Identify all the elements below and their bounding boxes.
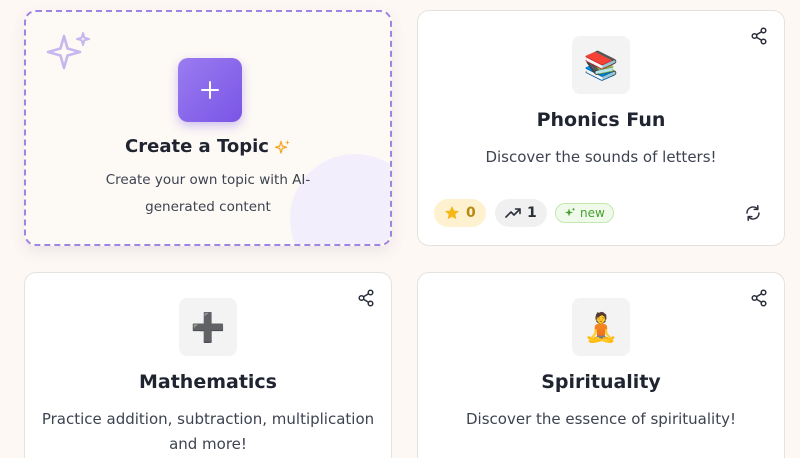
share-icon[interactable] bbox=[750, 289, 768, 307]
topic-card-footer: 0 1 new bbox=[434, 199, 768, 227]
topic-description: Discover the sounds of letters! bbox=[485, 148, 717, 166]
star-count: 0 bbox=[466, 205, 476, 221]
create-topic-title: Create a Topic bbox=[125, 136, 269, 157]
create-topic-heading: Create a Topic bbox=[26, 136, 390, 157]
topic-card-phonics-fun[interactable]: 📚 Phonics Fun Discover the sounds of let… bbox=[417, 10, 785, 246]
create-topic-button[interactable] bbox=[178, 58, 242, 122]
sparkles-icon bbox=[46, 32, 90, 70]
star-icon bbox=[445, 206, 459, 220]
sparkles-icon bbox=[274, 139, 290, 154]
create-topic-description: Create your own topic with AI-generated … bbox=[105, 172, 311, 215]
topic-description: Discover the essence of spirituality! bbox=[466, 410, 736, 428]
sparkles-icon bbox=[565, 207, 576, 217]
topic-card-mathematics[interactable]: ➕ Mathematics Practice addition, subtrac… bbox=[24, 272, 392, 458]
topic-description: Practice addition, subtraction, multipli… bbox=[41, 410, 375, 453]
topic-emoji: ➕ bbox=[179, 298, 237, 356]
trending-up-icon bbox=[505, 208, 521, 218]
topic-title: Spirituality bbox=[541, 371, 661, 393]
topic-title: Mathematics bbox=[138, 371, 277, 393]
trend-count: 1 bbox=[527, 205, 537, 221]
share-icon[interactable] bbox=[750, 27, 768, 45]
topic-emoji: 📚 bbox=[572, 36, 630, 94]
new-badge-label: new bbox=[580, 206, 605, 220]
share-icon[interactable] bbox=[357, 289, 375, 307]
create-topic-card[interactable]: Create a Topic Create your own topic wit… bbox=[24, 10, 392, 246]
star-count-badge[interactable]: 0 bbox=[434, 199, 486, 227]
plus-icon bbox=[201, 81, 219, 99]
trend-count-badge[interactable]: 1 bbox=[495, 199, 547, 227]
refresh-icon[interactable] bbox=[744, 204, 762, 222]
topic-title: Phonics Fun bbox=[536, 109, 666, 131]
new-badge: new bbox=[555, 203, 614, 223]
topic-emoji: 🧘 bbox=[572, 298, 630, 356]
topic-card-spirituality[interactable]: 🧘 Spirituality Discover the essence of s… bbox=[417, 272, 785, 458]
